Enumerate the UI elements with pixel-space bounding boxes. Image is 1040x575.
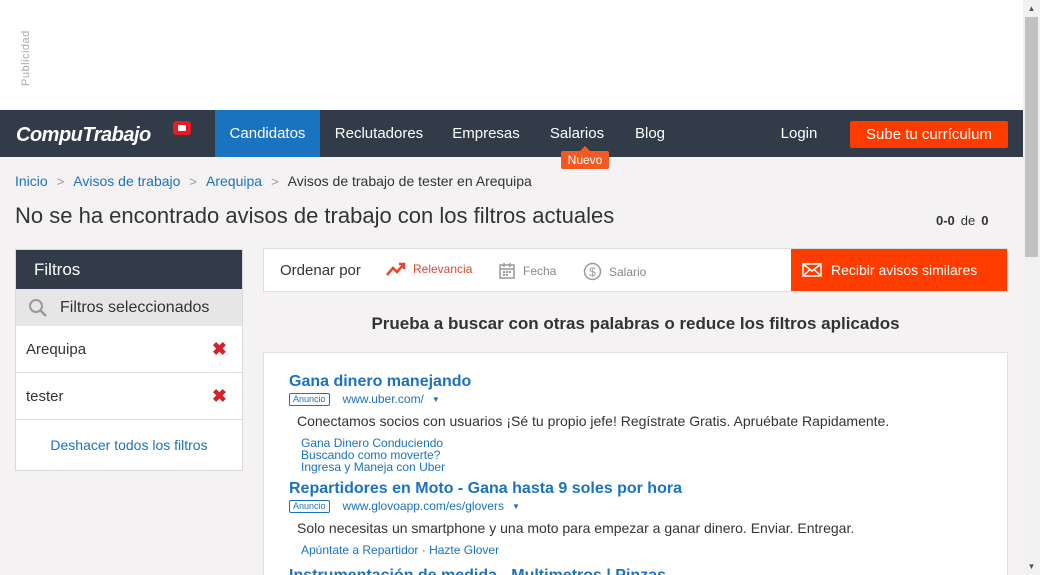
sort-fecha[interactable]: Fecha bbox=[498, 262, 556, 280]
scroll-up-arrow-icon[interactable]: ▲ bbox=[1023, 0, 1040, 17]
ad-title[interactable]: Gana dinero manejando bbox=[289, 373, 889, 391]
nav-salarios[interactable]: Salarios bbox=[545, 110, 609, 157]
scrollbar[interactable]: ▲ ▼ bbox=[1023, 0, 1040, 575]
ad-tag: Anuncio bbox=[289, 499, 330, 513]
count-of: de bbox=[960, 213, 976, 228]
ad-title[interactable]: Repartidores en Moto - Gana hasta 9 sole… bbox=[289, 480, 854, 498]
sort-salario[interactable]: $ Salario bbox=[583, 262, 646, 281]
logo[interactable]: CompuTrabajo bbox=[16, 124, 151, 147]
filter-item-tester: tester ✖ bbox=[16, 373, 242, 420]
ad-meta: Anuncio www.glovoapp.com/es/glovers ▼ bbox=[289, 499, 854, 513]
no-results-hint: Prueba a buscar con otras palabras o red… bbox=[371, 314, 900, 333]
sort-relevancia-label: Relevancia bbox=[413, 262, 473, 276]
ad-item: Gana dinero manejando Anuncio www.uber.c… bbox=[289, 373, 889, 473]
peru-flag-icon bbox=[173, 121, 191, 135]
count-total: 0 bbox=[981, 213, 989, 228]
search-icon bbox=[16, 298, 60, 318]
clear-all-filters-link[interactable]: Deshacer todos los filtros bbox=[16, 420, 242, 470]
filter-item-arequipa: Arequipa ✖ bbox=[16, 326, 242, 373]
ad-tag: Anuncio bbox=[289, 392, 330, 406]
sponsored-ads: Gana dinero manejando Anuncio www.uber.c… bbox=[263, 352, 1008, 575]
sort-bar: Ordenar por Relevancia Fecha $ Salario R… bbox=[263, 248, 1008, 292]
breadcrumb-separator: > bbox=[189, 174, 198, 189]
breadcrumb-current: Avisos de trabajo de tester en Arequipa bbox=[287, 173, 532, 189]
scroll-thumb[interactable] bbox=[1025, 17, 1038, 257]
filters-panel: Filtros Filtros seleccionados Arequipa ✖… bbox=[15, 249, 243, 471]
dropdown-caret-icon[interactable]: ▼ bbox=[512, 502, 520, 511]
ad-item: Instrumentación de medida - Multimetros … bbox=[289, 567, 666, 575]
nav-reclutadores[interactable]: Reclutadores bbox=[328, 110, 430, 157]
remove-filter-icon[interactable]: ✖ bbox=[212, 339, 227, 360]
selected-filters-header: Filtros seleccionados bbox=[16, 289, 242, 326]
calendar-icon bbox=[499, 263, 515, 279]
ad-item: Repartidores en Moto - Gana hasta 9 sole… bbox=[289, 480, 854, 556]
breadcrumb-separator: > bbox=[56, 174, 65, 189]
ad-sitelink[interactable]: Apúntate a Repartidor · Hazte Glover bbox=[301, 544, 854, 556]
filters-title: Filtros bbox=[16, 250, 242, 289]
nav-candidatos[interactable]: Candidatos bbox=[215, 110, 320, 157]
ad-url[interactable]: www.glovoapp.com/es/glovers bbox=[343, 499, 504, 513]
ad-banner: Publicidad bbox=[0, 0, 1023, 110]
job-alert-label: Recibir avisos similares bbox=[831, 262, 978, 278]
breadcrumb-inicio[interactable]: Inicio bbox=[15, 173, 48, 189]
upload-cv-button[interactable]: Sube tu currículum bbox=[850, 121, 1008, 148]
sort-salario-label: Salario bbox=[609, 264, 647, 279]
sort-fecha-label: Fecha bbox=[523, 264, 557, 278]
remove-filter-icon[interactable]: ✖ bbox=[212, 386, 227, 407]
dropdown-caret-icon[interactable]: ▼ bbox=[432, 395, 440, 404]
ad-url[interactable]: www.uber.com/ bbox=[343, 392, 424, 406]
svg-text:$: $ bbox=[589, 265, 596, 279]
ad-title[interactable]: Instrumentación de medida - Multimetros … bbox=[289, 567, 666, 575]
results-counter: 0-0 de 0 bbox=[936, 213, 989, 228]
sort-relevancia[interactable]: Relevancia bbox=[386, 262, 472, 276]
breadcrumb-avisos[interactable]: Avisos de trabajo bbox=[73, 173, 180, 189]
nav-empresas[interactable]: Empresas bbox=[446, 110, 526, 157]
nav-blog[interactable]: Blog bbox=[628, 110, 672, 157]
login-link[interactable]: Login bbox=[772, 110, 826, 157]
envelope-icon bbox=[802, 263, 822, 277]
breadcrumb: Inicio > Avisos de trabajo > Arequipa > Avisos… bbox=[15, 173, 532, 189]
ad-sitelink[interactable]: Ingresa y Maneja con Uber bbox=[301, 461, 889, 473]
ad-meta: Anuncio www.uber.com/ ▼ bbox=[289, 392, 889, 406]
ad-description: Conectamos socios con usuarios ¡Sé tu pr… bbox=[297, 413, 890, 429]
breadcrumb-arequipa[interactable]: Arequipa bbox=[206, 173, 262, 189]
ad-sitelinks: Gana Dinero Conduciendo Buscando como mo… bbox=[301, 437, 889, 473]
selected-filters-label: Filtros seleccionados bbox=[60, 298, 210, 316]
count-range: 0-0 bbox=[936, 213, 955, 228]
page-title: No se ha encontrado avisos de trabajo co… bbox=[15, 203, 615, 228]
dollar-icon: $ bbox=[583, 262, 602, 281]
trend-icon bbox=[386, 262, 406, 276]
ad-sitelinks: Apúntate a Repartidor · Hazte Glover bbox=[301, 544, 854, 556]
ad-description: Solo necesitas un smartphone y una moto … bbox=[297, 520, 855, 536]
filter-label: Arequipa bbox=[26, 340, 87, 358]
breadcrumb-separator: > bbox=[271, 174, 279, 189]
ad-label: Publicidad bbox=[20, 30, 32, 86]
job-alert-button[interactable]: Recibir avisos similares bbox=[791, 249, 1007, 291]
sort-label: Ordenar por bbox=[280, 262, 361, 279]
nuevo-badge: Nuevo bbox=[561, 146, 609, 169]
filter-label: tester bbox=[26, 387, 64, 405]
scroll-down-arrow-icon[interactable]: ▼ bbox=[1023, 558, 1040, 575]
